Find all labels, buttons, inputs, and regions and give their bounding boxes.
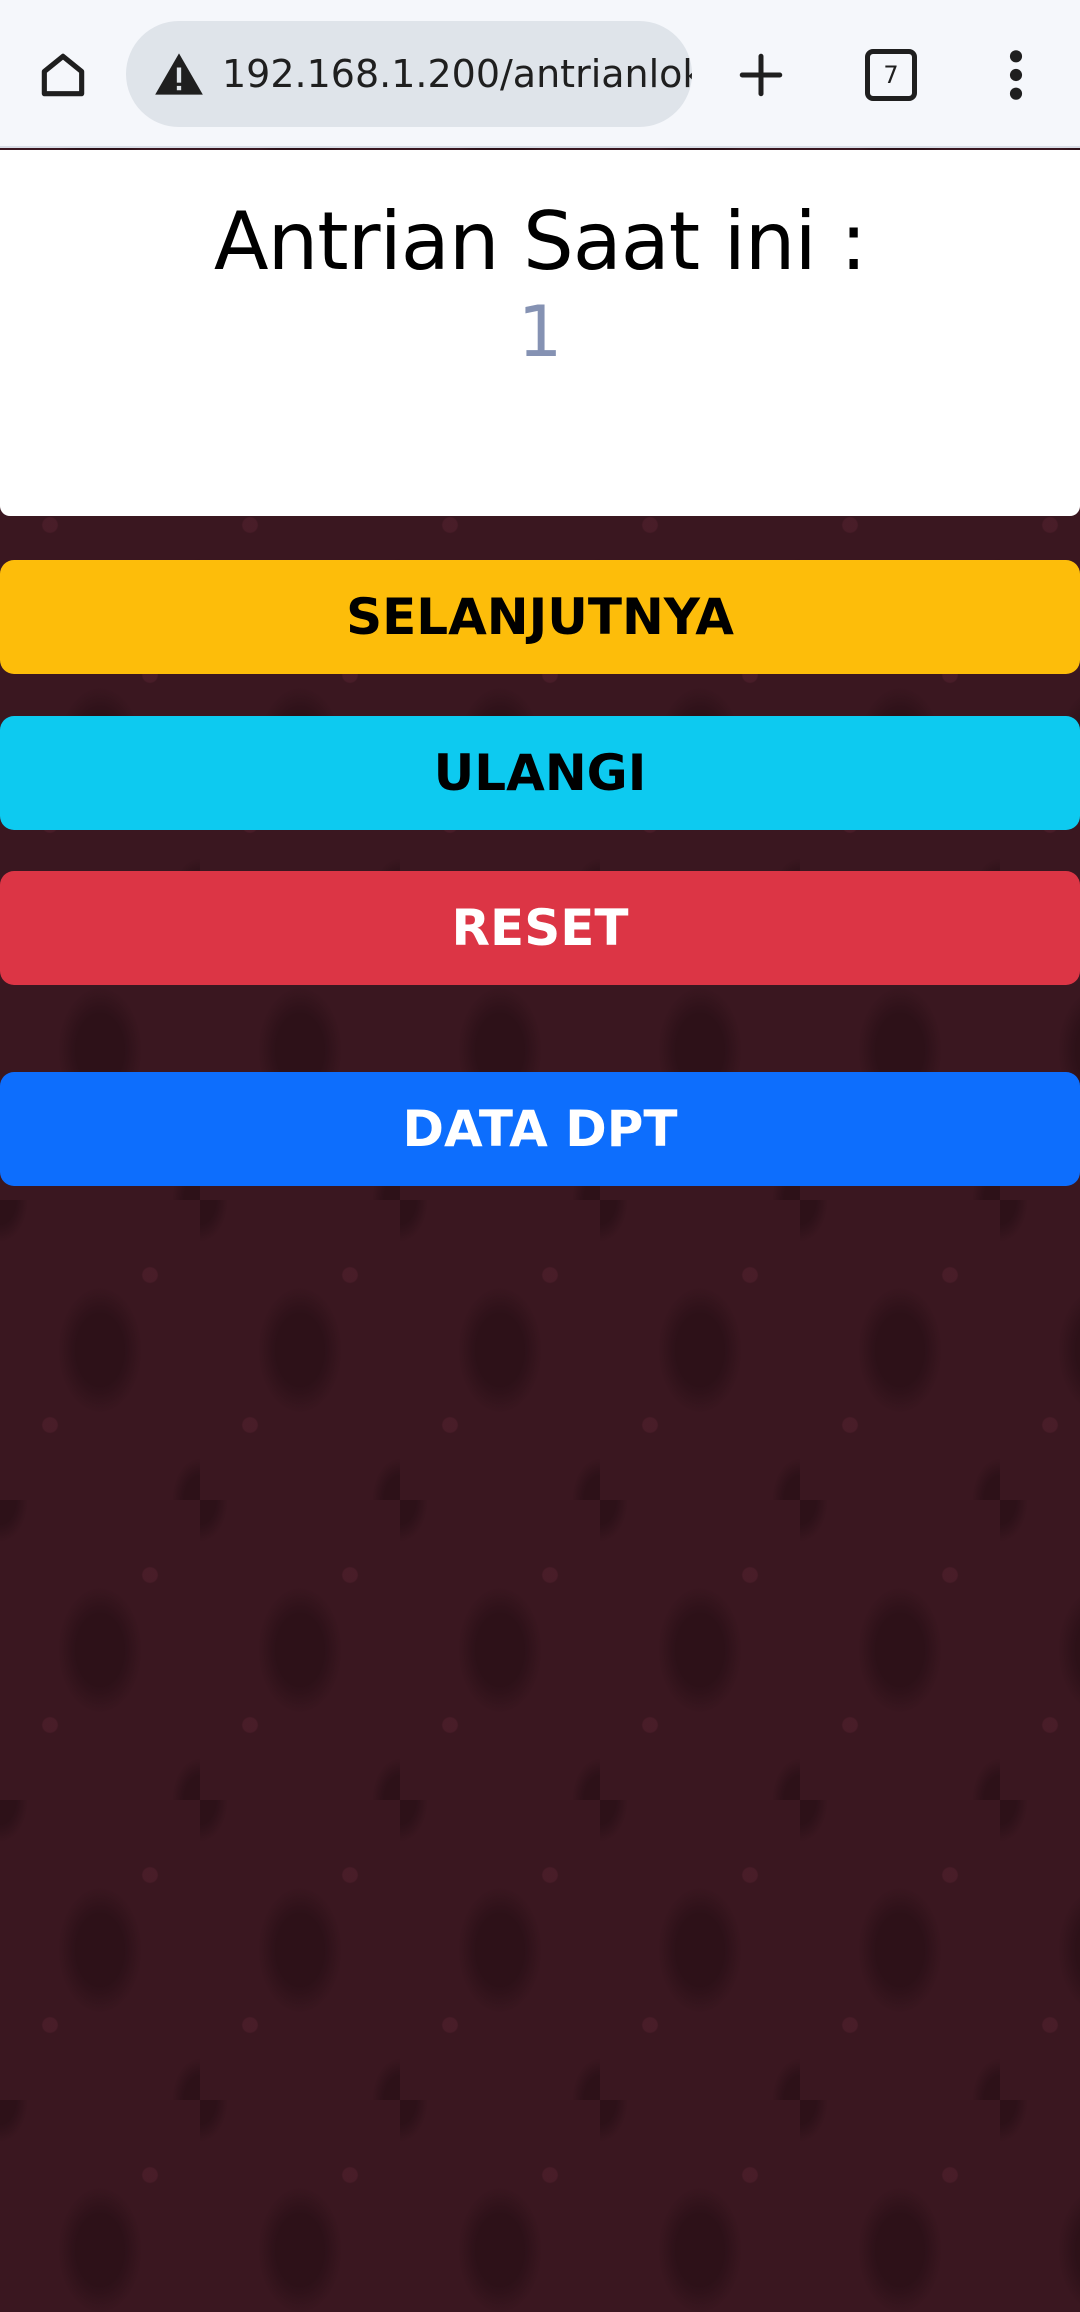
menu-button[interactable] <box>990 40 1042 110</box>
queue-title: Antrian Saat ini : <box>213 195 867 288</box>
home-icon <box>41 53 85 97</box>
queue-card: Antrian Saat ini : 1 <box>0 150 1080 516</box>
more-vert-icon <box>1009 50 1023 100</box>
tab-switcher-icon: 7 <box>865 49 917 101</box>
repeat-button[interactable]: ULANGI <box>0 716 1080 830</box>
warning-icon[interactable] <box>142 37 216 111</box>
new-tab-button[interactable] <box>722 40 800 110</box>
next-button[interactable]: SELANJUTNYA <box>0 560 1080 674</box>
home-button[interactable] <box>28 40 98 110</box>
plus-icon <box>739 53 783 97</box>
current-queue-number: 1 <box>517 291 563 373</box>
reset-button[interactable]: RESET <box>0 871 1080 985</box>
tab-switcher-button[interactable]: 7 <box>856 45 926 105</box>
tab-count: 7 <box>883 61 899 89</box>
address-bar[interactable]: 192.168.1.200/antrianlok <box>126 21 692 127</box>
data-dpt-button[interactable]: DATA DPT <box>0 1072 1080 1186</box>
browser-toolbar: 192.168.1.200/antrianlok 7 <box>0 0 1080 148</box>
url-text[interactable]: 192.168.1.200/antrianlok <box>222 52 692 96</box>
